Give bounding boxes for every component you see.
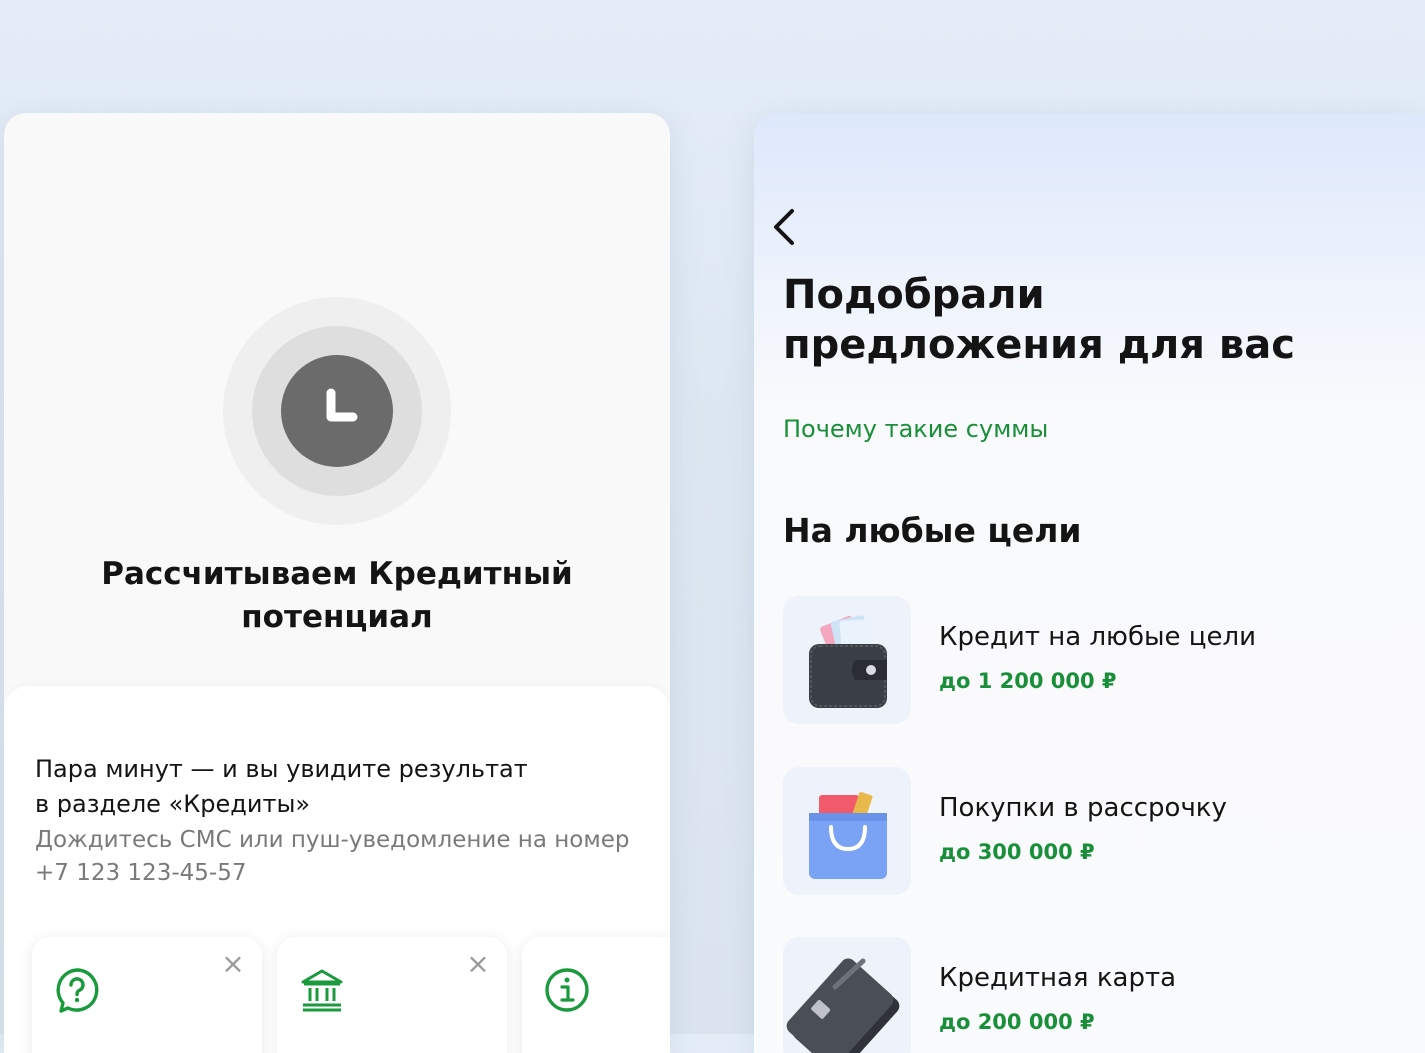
clock-icon (326, 388, 358, 422)
offer-name: Покупки в рассрочку (939, 793, 1227, 823)
hint-card-bank[interactable]: × (277, 937, 507, 1053)
result-message: Пара минут — и вы увидите результат в ра… (35, 755, 528, 818)
page-title: Подобрали предложения для вас (783, 272, 1295, 368)
offer-installments[interactable]: Покупки в рассрочку до 300 000 ₽ (783, 767, 1403, 895)
why-amounts-link[interactable]: Почему такие суммы (783, 413, 1048, 445)
bottom-sheet: Пара минут — и вы увидите результат в ра… (4, 686, 670, 1053)
question-chat-icon (56, 968, 99, 1013)
offer-amount: до 300 000 ₽ (939, 840, 1095, 864)
offer-credit-card[interactable]: Кредитная карта до 200 000 ₽ (783, 937, 1403, 1053)
left-phone-screen: Рассчитываем Кредитный потенциал Пара ми… (4, 113, 670, 1053)
notification-hint: Дождитесь СМС или пуш-уведомление на ном… (35, 827, 630, 886)
bank-icon (301, 969, 343, 1012)
offer-name: Кредит на любые цели (939, 622, 1256, 652)
credit-card-icon (786, 958, 900, 1053)
status-title: Рассчитываем Кредитный потенциал (101, 556, 573, 635)
close-icon[interactable]: × (220, 950, 246, 978)
back-arrow-icon[interactable] (768, 207, 802, 247)
wallet-icon (809, 615, 887, 708)
right-phone-screen: Подобрали предложения для вас Почему так… (754, 113, 1425, 1053)
loading-clock (223, 297, 451, 525)
shopping-bag-icon (809, 792, 887, 879)
section-title: На любые цели (783, 511, 1082, 550)
hint-card-help[interactable]: × (32, 937, 262, 1053)
offer-loan-any-purpose[interactable]: Кредит на любые цели до 1 200 000 ₽ (783, 596, 1403, 724)
offer-amount: до 200 000 ₽ (939, 1010, 1095, 1034)
close-icon[interactable]: × (465, 950, 491, 978)
info-icon (545, 968, 589, 1012)
hint-card-info[interactable] (522, 937, 670, 1053)
offer-amount: до 1 200 000 ₽ (939, 669, 1117, 693)
offer-name: Кредитная карта (939, 963, 1177, 993)
